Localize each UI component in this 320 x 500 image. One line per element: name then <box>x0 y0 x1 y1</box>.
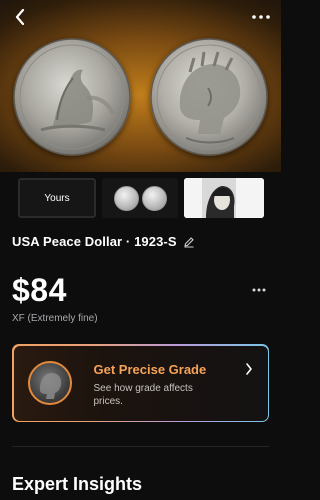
image-thumbnails: Yours <box>18 178 264 218</box>
portrait-photo-image <box>184 178 264 218</box>
more-horizontal-icon <box>252 288 266 292</box>
chevron-right-icon <box>245 362 252 375</box>
grade-card-subtitle: See how grade affects prices. <box>93 382 193 407</box>
reference-coin-image <box>113 185 139 211</box>
section-divider <box>12 446 269 447</box>
expert-insights-heading: Expert Insights <box>12 474 143 494</box>
pencil-icon[interactable] <box>183 236 195 248</box>
coin-title: USA Peace Dollar · 1923-S <box>12 234 177 249</box>
thumbnail-reference-coins[interactable] <box>102 178 178 218</box>
chevron-left-icon <box>15 9 25 25</box>
get-precise-grade-card[interactable]: Get Precise Grade See how grade affects … <box>12 344 269 422</box>
coin-title-row: USA Peace Dollar · 1923-S <box>12 234 269 249</box>
thumbnail-yours[interactable]: Yours <box>18 178 96 218</box>
coin-reverse-eagle-image[interactable] <box>13 38 131 156</box>
coin-price: $84 <box>12 272 67 308</box>
grade-card-title: Get Precise Grade <box>93 361 207 377</box>
price-more-button[interactable] <box>249 283 269 297</box>
back-button[interactable] <box>8 6 32 28</box>
thumbnail-yours-label: Yours <box>44 192 70 204</box>
coin-grade: XF (Extremely fine) <box>12 313 98 324</box>
reference-coin-image <box>141 185 167 211</box>
coin-hero <box>0 0 281 172</box>
more-options-button[interactable] <box>249 6 273 28</box>
thumbnail-portrait-photo[interactable] <box>184 178 264 218</box>
more-horizontal-icon <box>252 15 270 19</box>
coin-thumbnail-image <box>27 360 72 405</box>
coin-obverse-liberty-image[interactable] <box>150 38 268 156</box>
